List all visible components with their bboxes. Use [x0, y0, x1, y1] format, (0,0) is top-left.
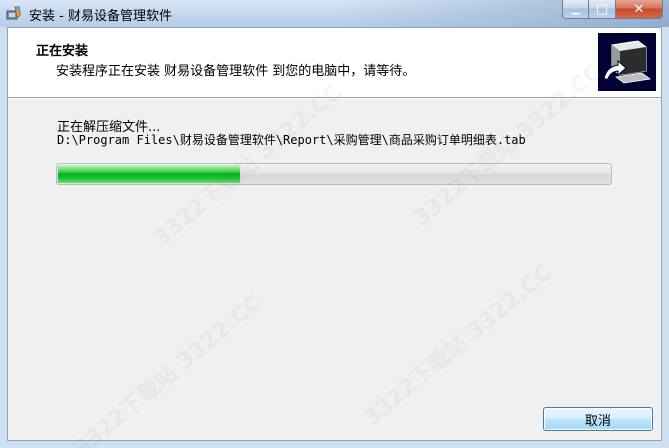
progress-fill: [58, 165, 240, 183]
installer-window: 安装 - 财易设备管理软件 ▁ □ ✕ 正在安装 安装程序正在安装 财易设备管理…: [0, 0, 669, 448]
cancel-button[interactable]: 取消: [543, 407, 653, 431]
maximize-button[interactable]: □: [589, 0, 616, 19]
caption-buttons: ▁ □ ✕: [562, 0, 663, 20]
wizard-header: 正在安装 安装程序正在安装 财易设备管理软件 到您的电脑中，请等待。: [8, 28, 661, 98]
current-file-path: D:\Program Files\财易设备管理软件\Report\采购管理\商品…: [57, 133, 526, 147]
minimize-button[interactable]: ▁: [562, 0, 589, 19]
close-button[interactable]: ✕: [616, 0, 663, 19]
title-bar[interactable]: 安装 - 财易设备管理软件 ▁ □ ✕: [0, 0, 669, 27]
installer-app-icon[interactable]: [6, 5, 22, 21]
install-progress-bar: [56, 163, 612, 185]
minimize-icon: ▁: [571, 4, 580, 15]
maximize-icon: □: [595, 1, 609, 17]
window-title: 安装 - 财易设备管理软件: [29, 9, 172, 24]
close-icon: ✕: [633, 1, 645, 17]
page-title: 正在安装: [36, 44, 89, 59]
watermark-text: 3322下载站 3322.CC: [359, 260, 557, 432]
wizard-client-area: 正在安装 安装程序正在安装 财易设备管理软件 到您的电脑中，请等待。 正在解压缩…: [7, 27, 662, 448]
computer-install-icon: [598, 33, 656, 91]
page-subtitle: 安装程序正在安装 财易设备管理软件 到您的电脑中，请等待。: [56, 64, 416, 79]
watermark-text: 3322下载站 3322.CC: [69, 290, 267, 448]
